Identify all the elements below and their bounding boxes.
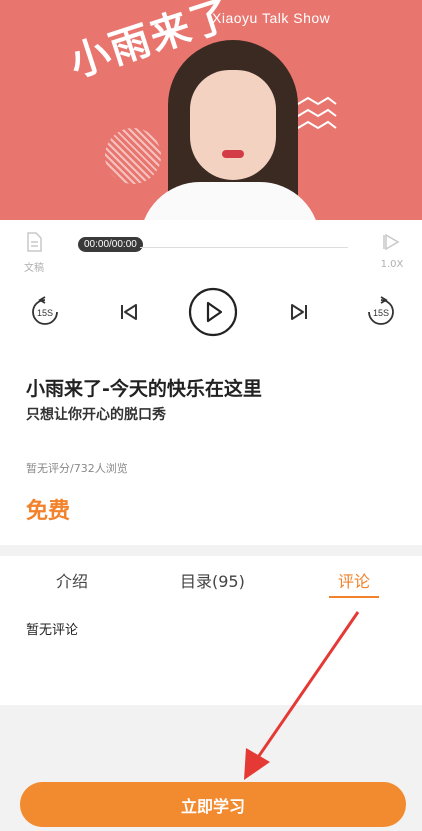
- course-price: 免费: [26, 499, 71, 524]
- course-info: 小雨来了-今天的快乐在这里 只想让你开心的脱口秀 暂无评分/732人浏览 免费: [0, 350, 422, 545]
- decorative-circle-pattern: [105, 128, 161, 184]
- comments-panel: 暂无评论: [0, 601, 422, 705]
- tab-intro[interactable]: 介绍: [56, 568, 88, 592]
- playback-time: 00:00/00:00: [78, 237, 143, 252]
- previous-icon: [121, 304, 137, 320]
- course-title: 小雨来了-今天的快乐在这里: [26, 378, 262, 400]
- next-button[interactable]: [284, 297, 314, 327]
- active-tab-indicator: [329, 596, 379, 598]
- audio-player: 文稿 00:00/00:00 1.0X 15S 15S: [0, 220, 422, 350]
- empty-comments-text: 暂无评论: [26, 623, 79, 638]
- cover-subtitle: Xiaoyu Talk Show: [212, 10, 331, 26]
- progress-bar[interactable]: [140, 247, 348, 248]
- forward-15-icon: 15S: [368, 296, 394, 325]
- rewind-label: 15S: [37, 308, 53, 318]
- detail-tabs: 介绍 目录(95) 评论: [0, 556, 422, 602]
- course-subtitle: 只想让你开心的脱口秀: [26, 407, 166, 423]
- forward-15-button[interactable]: 15S: [364, 295, 398, 329]
- speed-play-icon: [383, 233, 400, 251]
- playback-controls: 15S 15S: [0, 283, 422, 343]
- forward-label: 15S: [373, 308, 389, 318]
- rewind-15-icon: 15S: [32, 296, 58, 325]
- next-icon: [291, 304, 307, 320]
- course-stats: 暂无评分/732人浏览: [26, 462, 128, 475]
- tab-comments[interactable]: 评论: [338, 568, 370, 592]
- tab-catalog[interactable]: 目录(95): [180, 568, 245, 592]
- transcript-label: 文稿: [24, 263, 44, 274]
- course-cover-image: 小雨来了 Xiaoyu Talk Show: [0, 0, 422, 220]
- play-icon: [188, 287, 238, 337]
- play-button[interactable]: [188, 287, 238, 337]
- start-learning-button[interactable]: 立即学习: [20, 782, 406, 827]
- document-icon: [27, 232, 42, 252]
- previous-button[interactable]: [114, 297, 144, 327]
- host-face: [190, 70, 276, 180]
- transcript-button[interactable]: 文稿: [22, 232, 46, 274]
- playback-speed-button[interactable]: 1.0X: [378, 232, 406, 270]
- host-lips: [222, 150, 244, 158]
- rewind-15-button[interactable]: 15S: [28, 295, 62, 329]
- speed-label: 1.0X: [380, 259, 404, 270]
